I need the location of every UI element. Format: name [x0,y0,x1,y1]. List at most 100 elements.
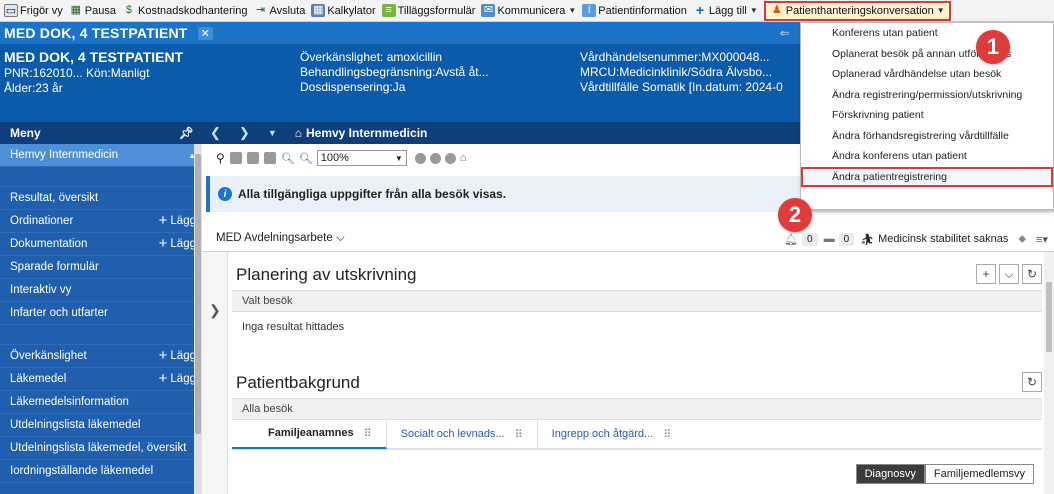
toolbar-frigor-vy[interactable]: ▭ Frigör vy [4,4,63,17]
stop-icon[interactable] [444,152,456,164]
grip-icon[interactable]: ⠿ [364,427,372,440]
add-button[interactable]: + Lägg [158,347,196,364]
medical-stability-status[interactable]: ⛹︎ Medicinsk stabilitet saknas [860,233,1008,246]
record-alt-icon[interactable] [429,152,441,164]
sidebar-item-label: Utdelningslista läkemedel, översikt [10,442,187,454]
sidebar-item[interactable]: Överkänslighet + Lägg [0,345,202,368]
add-button[interactable]: + Lägg [159,371,196,386]
toolbar-kostnadskod[interactable]: $ Kostnadskodhantering [122,4,248,17]
sidebar-item[interactable]: Interaktiv vy [0,279,202,302]
bell-icon[interactable]: 🔔︎ [784,233,798,246]
dropdown-item[interactable]: Ändra patientregistrering [801,166,1053,187]
page-alt-icon[interactable] [263,152,276,164]
sidebar-item-label: Dokumentation [10,238,88,250]
toolbar-patienthanteringskonversation[interactable]: ♟ Patienthanteringskonversation ▼ [763,0,951,21]
tab-ingrepp[interactable]: Ingrepp och åtgärd... ⠿ [538,419,686,449]
print-icon[interactable] [229,152,242,164]
breadcrumb-bar: ❮ ❯ ▼ ⌂ Hemvy Internmedicin [202,122,802,144]
zoom-out-icon[interactable]: 🔍︎ [281,152,295,165]
menu-icon[interactable]: ≡▾ [1036,233,1048,246]
scrollbar-thumb[interactable] [195,154,201,434]
sidebar-item[interactable]: Resultat, översikt [0,187,202,210]
dropdown-caret-icon[interactable]: ▼ [268,128,277,138]
sidebar-item[interactable]: Iordningställande läkemedel [0,460,202,483]
plus-icon: + [158,347,168,364]
add-icon[interactable]: + [976,264,996,284]
zoom-select[interactable]: 100% ▼ [316,150,407,166]
tab-socialt[interactable]: Socialt och levnads... ⠿ [387,419,538,449]
toolbar-kommunicera[interactable]: ✉ Kommunicera ▼ [481,4,576,17]
tag-icon[interactable]: ⬥ [1018,233,1026,246]
grip-icon[interactable]: ⠿ [663,428,671,441]
sidebar-item[interactable]: Läkemedel + Lägg [0,368,202,391]
sidebar-item-label: Läkemedel [10,373,67,385]
expand-panel-handle[interactable]: ❯ [202,252,228,494]
record-icon[interactable] [414,152,426,164]
patient-age: Ålder:23 år [4,81,63,95]
dropdown-item[interactable]: Ändra registrering/permission/utskrivnin… [801,85,1053,106]
dropdown-item[interactable]: Oplanerad vårdhändelse utan besök [801,64,1053,85]
sidebar-item[interactable]: Utdelningslista läkemedel, översikt [0,437,202,460]
refresh-icon[interactable]: ↻ [1022,264,1042,284]
back-icon[interactable]: ❮ [210,125,221,141]
refresh-icon[interactable]: ↻ [1022,372,1042,392]
folder-icon[interactable]: ▬ [824,233,835,245]
patient-pnr: PNR:162010... Kön:Manligt [4,66,150,80]
pin-icon[interactable]: 📌︎ [179,126,194,140]
toolbar-kalkylator[interactable]: ▦ Kalkylator [311,4,376,17]
page-icon[interactable] [246,152,259,164]
toolbar-avsluta[interactable]: ⇥ Avsluta [253,4,305,17]
dropdown-item[interactable]: Ändra konferens utan patient [801,146,1053,167]
forward-icon[interactable]: ❯ [239,125,250,141]
sidebar-item[interactable]: Läkemedelsinformation [0,391,202,414]
patient-info-col3: Vårdhändelsenummer:MX000048... MRCU:Medi… [580,50,783,94]
grip-icon[interactable]: ⠿ [515,428,523,441]
caret-down-icon: ▼ [749,6,758,15]
patient-tab[interactable]: MED DOK, 4 TESTPATIENT ✕ ⇐ [0,22,800,44]
sidebar-item[interactable]: Hemvy Internmedicin ▲ [0,144,202,167]
sidebar-item[interactable]: Utdelningslista läkemedel [0,414,202,437]
info-circle-icon: i [218,187,232,201]
callout-2: 2 [778,198,812,232]
diagnosvy-button[interactable]: Diagnosvy [855,464,925,484]
add-button[interactable]: + Lägg [159,236,196,251]
toolbar-tillaggsformular[interactable]: ≡ Tilläggsformulär [381,4,475,17]
add-label: Lägg [170,238,196,250]
callout-1: 1 [976,30,1010,64]
dropdown-item[interactable]: Ändra förhandsregistrering vårdtillfälle [801,126,1053,147]
sidebar-scrollbar[interactable] [194,144,202,494]
close-icon[interactable]: ✕ [197,26,213,40]
zoom-in-icon[interactable]: 🔍︎ [299,152,313,165]
toolbar-patientinformation[interactable]: i Patientinformation [582,4,687,17]
sidebar-item[interactable]: Dokumentation + Lägg [0,233,202,256]
sidebar-item[interactable]: Sparade formulär [0,256,202,279]
toolbar-pausa[interactable]: ▦ Pausa [69,4,116,17]
panel-title: Planering av utskrivning [236,265,417,284]
add-button[interactable]: + Lägg [159,213,196,228]
dropdown-item[interactable]: Oplanerat besök på annan utförarplats [801,44,1053,65]
worklist-select[interactable]: MED Avdelningsarbete ⌵ [216,232,345,245]
chevron-down-icon: ⌵ [335,232,345,244]
communicate-icon: ✉ [481,4,496,17]
main-scrollbar[interactable] [1044,252,1054,494]
dropdown-item[interactable]: Konferens utan patient [801,23,1053,44]
familjemedlemsvy-button[interactable]: Familjemedlemsvy [924,464,1034,484]
arrow-left-icon[interactable]: ⇐ [780,26,790,40]
tab-familjeanamnes[interactable]: Familjeanamnes ⠿ [232,419,387,449]
count-badge: 0 [838,232,855,246]
sidebar-item[interactable]: Ordinationer + Lägg [0,210,202,233]
patient-conversation-dropdown: Konferens utan patient Oplanerat besök på… [800,22,1054,210]
empty-message: Inga resultat hittades [242,321,345,333]
home-small-icon[interactable]: ⌂ [460,152,467,164]
dropdown-item[interactable]: Förskrivning patient [801,105,1053,126]
sidebar-item-label: Infarter och utfarter [10,307,108,319]
home-icon[interactable]: ⌂ [295,126,302,140]
toolbar-lagg-till[interactable]: + Lägg till ▼ [693,3,758,17]
sidebar-menu: Meny 📌︎ Hemvy Internmedicin ▲ Resultat, öve… [0,122,202,494]
count-badge: 0 [802,232,818,246]
sidebar-item[interactable]: Infarter och utfarter [0,302,202,325]
chevron-down-icon[interactable]: ⌵ [999,264,1019,284]
panel-patientbakgrund: Patientbakgrund ↻ Alla besök Familjeanam… [232,368,1042,450]
scrollbar-thumb[interactable] [1046,282,1052,352]
binoculars-icon[interactable]: ⚲ [216,151,225,165]
